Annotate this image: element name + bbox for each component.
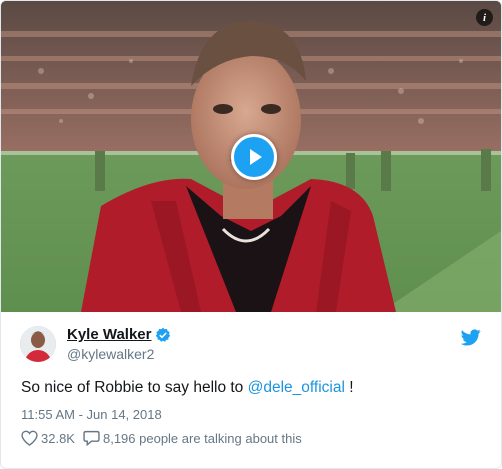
like-count: 32.8K [41,430,75,446]
info-icon[interactable]: i [476,9,493,26]
play-icon [250,149,262,165]
speech-bubble-icon [83,430,100,446]
tweet-text-after: ! [344,379,354,396]
mention-link[interactable]: @dele_official [248,379,345,396]
timestamp-link[interactable]: 11:55 AM - Jun 14, 2018 [21,407,162,422]
play-button[interactable] [231,134,277,180]
info-label: i [482,11,487,24]
video-media[interactable]: i [1,1,501,312]
tweet-text: So nice of Robbie to say hello to @dele_… [21,379,354,397]
avatar[interactable] [20,326,56,362]
author-display-name[interactable]: Kyle Walker [67,326,152,343]
tweet-card: i Kyle Walker @kylewalker2 So nice of Ro… [0,0,502,469]
author-handle[interactable]: @kylewalker2 [67,346,171,362]
author-names: Kyle Walker @kylewalker2 [67,326,171,362]
tweet-actions: 32.8K 8,196 people are talking about thi… [21,430,302,446]
verified-badge-icon [155,327,171,343]
heart-icon [21,430,38,446]
tweet-header: Kyle Walker @kylewalker2 [1,312,501,368]
like-button[interactable]: 32.8K [21,430,75,446]
conversation-button[interactable]: 8,196 people are talking about this [83,430,302,446]
tweet-text-before: So nice of Robbie to say hello to [21,379,248,396]
talking-about-text: 8,196 people are talking about this [102,430,302,446]
twitter-bird-icon[interactable] [460,329,481,351]
